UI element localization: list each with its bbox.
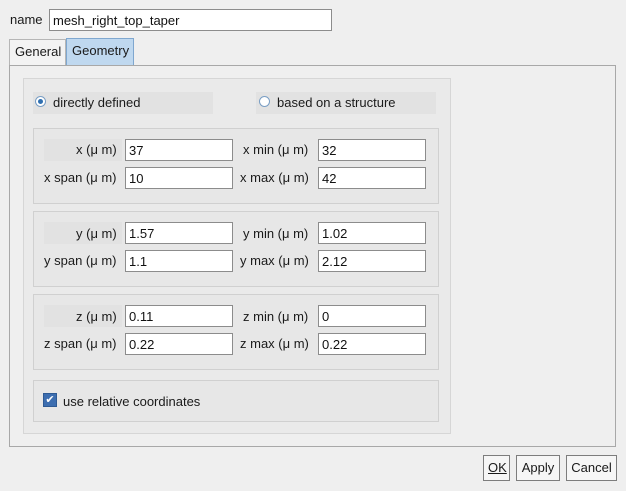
- x-min-input[interactable]: [318, 139, 426, 161]
- z-span-input[interactable]: [125, 333, 233, 355]
- y-min-input[interactable]: [318, 222, 426, 244]
- checkmark-icon[interactable]: ✔: [43, 393, 57, 407]
- name-input[interactable]: [49, 9, 332, 31]
- relative-coordinates-label[interactable]: use relative coordinates: [63, 394, 200, 409]
- y-span-input[interactable]: [125, 250, 233, 272]
- z-center-input[interactable]: [125, 305, 233, 327]
- tab-geometry[interactable]: Geometry: [66, 38, 134, 66]
- radio-direct-label[interactable]: directly defined: [53, 95, 140, 110]
- name-label: name: [10, 12, 43, 27]
- z-center-label: z (μ m): [76, 309, 117, 324]
- y-max-label: y max (μ m): [240, 253, 309, 268]
- tab-general[interactable]: General: [9, 39, 66, 65]
- cancel-button[interactable]: Cancel: [566, 455, 617, 481]
- radio-direct-icon[interactable]: [35, 96, 46, 107]
- x-span-label: x span (μ m): [44, 170, 117, 185]
- z-min-label: z min (μ m): [243, 309, 309, 324]
- x-max-input[interactable]: [318, 167, 426, 189]
- x-center-label: x (μ m): [76, 142, 117, 157]
- z-min-input[interactable]: [318, 305, 426, 327]
- x-max-label: x max (μ m): [240, 170, 309, 185]
- z-max-input[interactable]: [318, 333, 426, 355]
- z-span-label: z span (μ m): [44, 336, 117, 351]
- x-min-label: x min (μ m): [243, 142, 309, 157]
- ok-button[interactable]: OK: [483, 455, 510, 481]
- y-span-label: y span (μ m): [44, 253, 117, 268]
- apply-button[interactable]: Apply: [516, 455, 560, 481]
- y-center-label: y (μ m): [76, 226, 117, 241]
- y-min-label: y min (μ m): [243, 226, 309, 241]
- y-center-input[interactable]: [125, 222, 233, 244]
- x-span-input[interactable]: [125, 167, 233, 189]
- z-max-label: z max (μ m): [240, 336, 309, 351]
- x-center-input[interactable]: [125, 139, 233, 161]
- radio-structure-label[interactable]: based on a structure: [277, 95, 396, 110]
- y-max-input[interactable]: [318, 250, 426, 272]
- radio-structure-icon[interactable]: [259, 96, 270, 107]
